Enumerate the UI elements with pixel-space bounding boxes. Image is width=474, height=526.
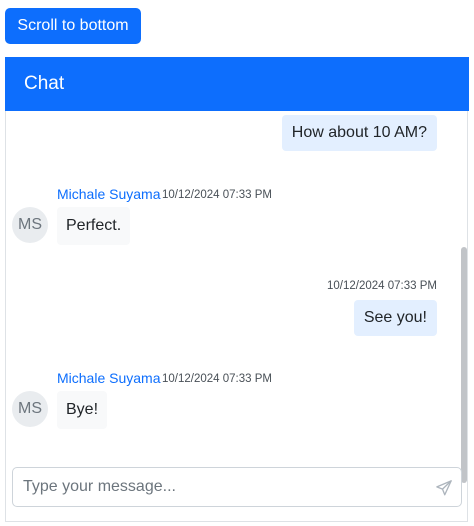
message-composer [12,467,462,507]
message-timestamp: 10/12/2024 07:33 PM [162,189,272,201]
message-timestamp: 10/12/2024 07:33 PM [162,373,272,385]
avatar: MS [12,391,48,427]
message-author: Michale Suyama [57,370,161,386]
avatar: MS [12,207,48,243]
incoming-message: Perfect. [57,207,131,245]
send-icon[interactable] [435,479,453,497]
chat-header: Chat [5,57,469,111]
message-list[interactable]: How about 10 AM? Michale Suyama 10/12/20… [6,111,468,517]
outgoing-message: How about 10 AM? [281,115,437,151]
message-input[interactable] [23,468,423,506]
chat-title: Chat [24,73,65,94]
message-author: Michale Suyama [57,186,161,202]
message-list-scrollbar[interactable] [461,247,467,483]
page: Scroll to bottom Chat How about 10 AM? M… [0,0,474,526]
outgoing-message: See you! [353,300,437,336]
incoming-message: Bye! [57,391,108,429]
scroll-to-bottom-button[interactable]: Scroll to bottom [5,8,141,44]
chat-panel: Chat How about 10 AM? Michale Suyama 10/… [5,57,469,522]
message-timestamp: 10/12/2024 07:33 PM [327,280,437,292]
